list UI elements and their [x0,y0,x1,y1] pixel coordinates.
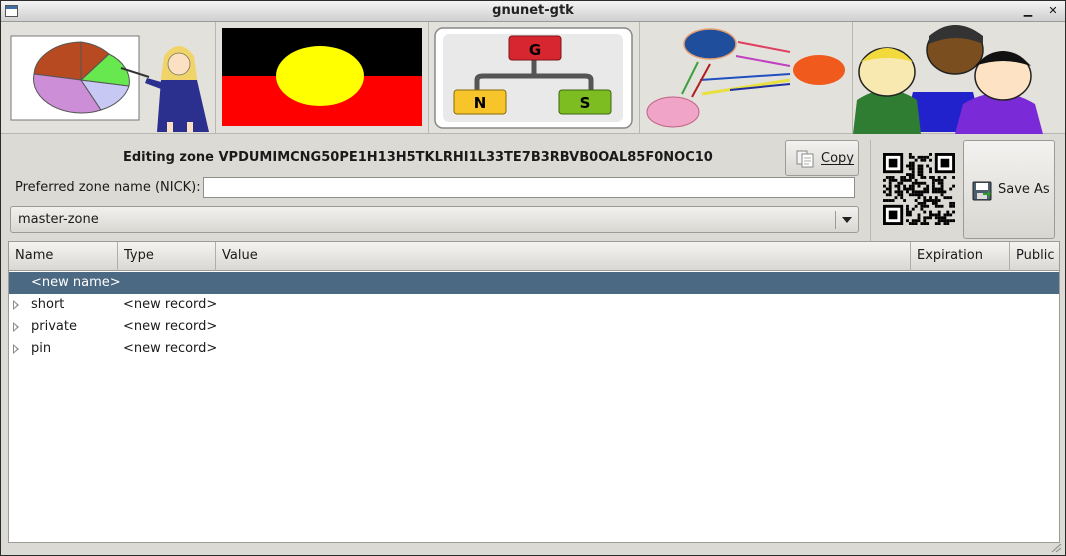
copy-button-label: Copy [821,151,854,166]
column-type-label: Type [124,248,154,263]
table-row[interactable]: private <new record> [9,316,1059,338]
peers-graph-icon[interactable] [640,22,853,134]
column-expiration-label: Expiration [917,248,983,263]
svg-text:S: S [580,94,591,112]
row-name[interactable]: <new name> [31,275,121,290]
table-row[interactable]: pin <new record> [9,338,1059,360]
copy-icon [796,150,814,168]
column-header-type[interactable]: Type [118,242,216,271]
banner: G N S [1,22,1065,134]
save-as-button[interactable]: Save As [963,140,1055,239]
column-header-public[interactable]: Public [1010,242,1059,271]
column-header-value[interactable]: Value [216,242,911,271]
chevron-down-icon[interactable] [842,217,852,223]
qr-code-image [883,153,955,225]
row-name[interactable]: short [31,297,64,312]
minimize-icon[interactable]: ▁ [1021,4,1035,18]
column-header-name[interactable]: Name [9,242,118,271]
row-type[interactable]: <new record> [123,341,217,356]
flag-image[interactable] [216,22,429,134]
resize-grip-icon[interactable] [1050,543,1062,553]
column-public-label: Public [1016,248,1055,263]
expander-arrow-icon[interactable] [13,322,19,332]
nick-input[interactable] [203,177,855,198]
qr-code-panel [870,140,960,241]
gnunet-gtk-window: gnunet-gtk ▁ ✕ G N S Editing zone VPDUMI… [0,0,1066,556]
column-name-label: Name [15,248,54,263]
svg-text:G: G [529,41,541,59]
copy-button[interactable]: Copy [785,140,859,176]
gns-logo-icon[interactable]: G N S [429,22,640,134]
table-row[interactable]: <new name> [9,272,1059,294]
table-row[interactable]: short <new record> [9,294,1059,316]
records-tree-view[interactable]: Name Type Value Expiration Public <new n… [8,241,1060,543]
tree-header: Name Type Value Expiration Public [9,242,1059,271]
row-type[interactable]: <new record> [123,297,217,312]
zone-selector[interactable]: master-zone [10,206,859,233]
editing-zone-label: Editing zone VPDUMIMCNG50PE1H13H5TKLRHI1… [123,150,713,165]
column-header-expiration[interactable]: Expiration [911,242,1010,271]
zone-selector-separator [835,211,836,229]
users-group-icon[interactable] [853,22,1065,134]
save-icon [972,181,992,201]
row-name[interactable]: private [31,319,77,334]
statistics-presenter-icon[interactable] [1,22,216,134]
title-bar[interactable]: gnunet-gtk ▁ ✕ [1,1,1065,22]
row-name[interactable]: pin [31,341,51,356]
window-title: gnunet-gtk [492,3,574,18]
expander-arrow-icon[interactable] [13,300,19,310]
row-type[interactable]: <new record> [123,319,217,334]
zone-selector-value: master-zone [18,212,99,227]
column-value-label: Value [222,248,258,263]
svg-text:N: N [474,94,487,112]
expander-arrow-icon[interactable] [13,344,19,354]
close-icon[interactable]: ✕ [1046,4,1060,18]
save-as-label: Save As [998,182,1050,197]
nick-label: Preferred zone name (NICK): [15,180,201,195]
